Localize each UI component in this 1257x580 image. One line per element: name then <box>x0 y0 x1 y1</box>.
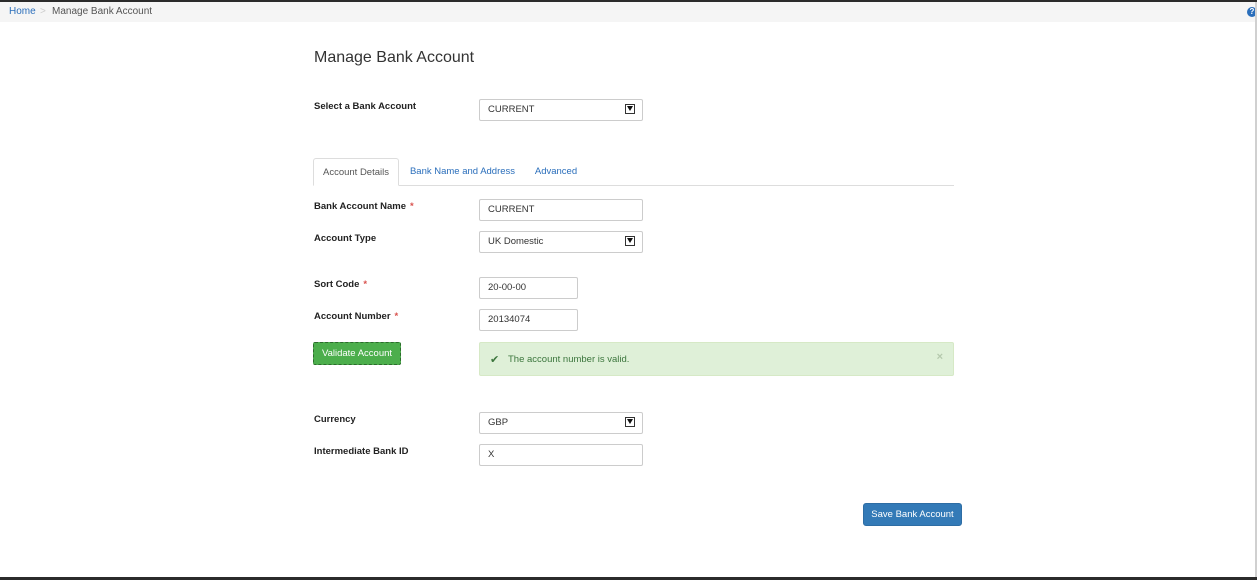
chevron-down-icon <box>625 104 635 114</box>
sort-code-label: Sort Code * <box>314 279 368 290</box>
breadcrumb: Home > Manage Bank Account ? <box>0 2 1257 22</box>
intermediate-bank-input[interactable]: X <box>479 444 643 466</box>
account-type-dropdown[interactable]: UK Domestic <box>479 231 643 253</box>
validate-account-button[interactable]: Validate Account <box>313 342 401 365</box>
currency-dropdown[interactable]: GBP <box>479 412 643 434</box>
required-marker: * <box>394 311 399 322</box>
account-name-label: Bank Account Name * <box>314 201 414 212</box>
check-icon: ✔ <box>490 354 500 366</box>
select-account-dropdown[interactable]: CURRENT <box>479 99 643 121</box>
breadcrumb-separator: > <box>40 6 46 17</box>
save-bank-account-button[interactable]: Save Bank Account <box>863 503 962 526</box>
breadcrumb-current: Manage Bank Account <box>52 6 153 17</box>
select-account-label: Select a Bank Account <box>314 101 417 112</box>
breadcrumb-home-link[interactable]: Home <box>9 6 36 17</box>
chevron-down-icon <box>625 236 635 246</box>
account-number-label: Account Number * <box>314 311 399 322</box>
account-type-label: Account Type <box>314 233 377 244</box>
close-icon[interactable]: × <box>937 351 943 363</box>
chevron-down-icon <box>625 417 635 427</box>
tab-bank-name-address[interactable]: Bank Name and Address <box>405 158 520 186</box>
validation-success-alert: ✔ The account number is valid. × <box>479 342 954 376</box>
required-marker: * <box>410 201 414 212</box>
tab-account-details[interactable]: Account Details <box>313 158 399 186</box>
account-number-input[interactable]: 20134074 <box>479 309 578 331</box>
intermediate-bank-label: Intermediate Bank ID <box>314 446 409 457</box>
account-type-value: UK Domestic <box>488 236 544 247</box>
page-title: Manage Bank Account <box>314 49 475 66</box>
alert-message: The account number is valid. <box>508 354 630 365</box>
currency-label: Currency <box>314 414 356 425</box>
account-name-input[interactable]: CURRENT <box>479 199 643 221</box>
required-marker: * <box>363 279 368 290</box>
select-account-value: CURRENT <box>488 104 535 115</box>
tab-advanced[interactable]: Advanced <box>528 158 584 186</box>
currency-value: GBP <box>488 417 509 428</box>
sort-code-input[interactable]: 20-00-00 <box>479 277 578 299</box>
